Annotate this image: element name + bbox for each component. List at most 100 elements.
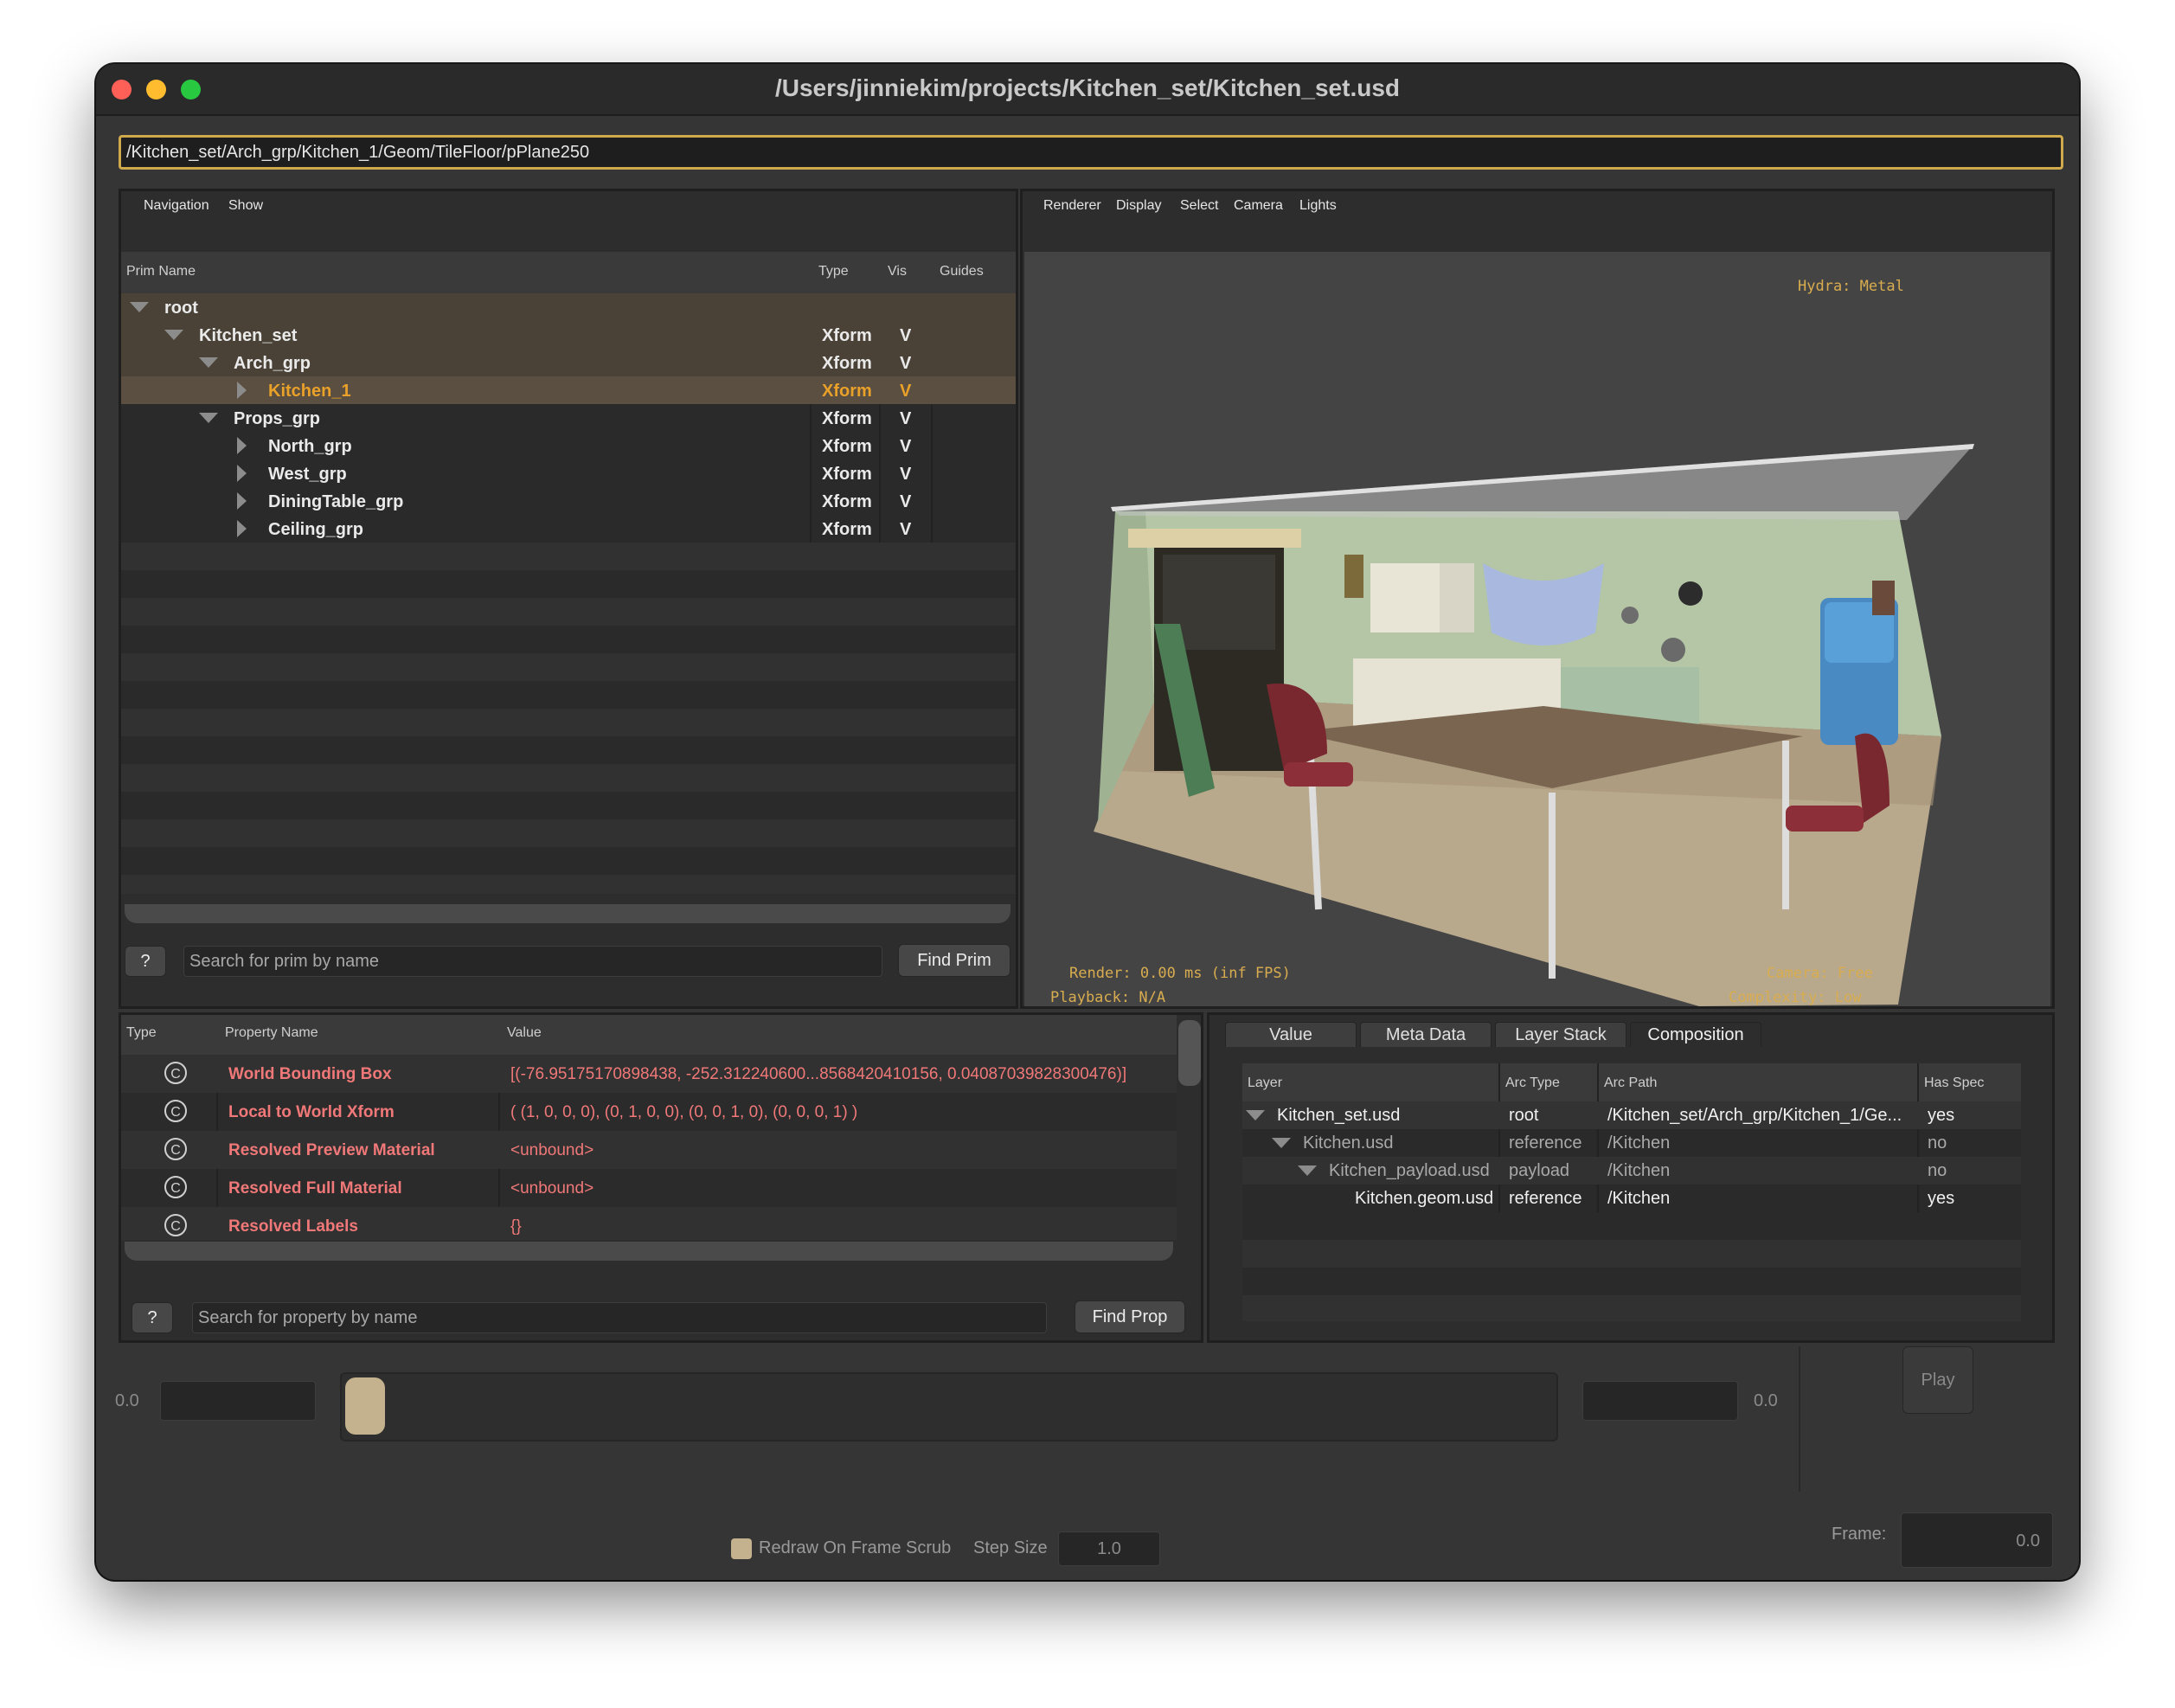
prim-vis[interactable]: V	[900, 520, 911, 540]
play-button[interactable]: Play	[1902, 1346, 1973, 1414]
prim-vis[interactable]: V	[900, 409, 911, 429]
comp-arc-type: reference	[1509, 1189, 1582, 1208]
end-frame-input[interactable]	[1582, 1381, 1738, 1421]
prim-path-field[interactable]: /Kitchen_set/Arch_grp/Kitchen_1/Geom/Til…	[119, 135, 2063, 170]
frame-slider-handle[interactable]	[345, 1377, 385, 1435]
empty-row	[121, 764, 1016, 792]
collapse-arrow-icon[interactable]	[237, 437, 247, 454]
menu-select[interactable]: Select	[1180, 198, 1218, 214]
property-horizontal-scrollbar[interactable]	[125, 1242, 1173, 1261]
property-row[interactable]: C Resolved Full Material <unbound>	[121, 1169, 1177, 1207]
computed-property-icon: C	[164, 1176, 187, 1198]
start-frame-input[interactable]	[160, 1381, 316, 1421]
column-layer[interactable]: Layer	[1248, 1076, 1282, 1091]
menu-navigation[interactable]: Navigation	[144, 198, 209, 214]
expand-arrow-icon[interactable]	[1298, 1165, 1317, 1176]
window-title: /Users/jinniekim/projects/Kitchen_set/Ki…	[774, 74, 1400, 101]
property-row[interactable]: C Resolved Preview Material <unbound>	[121, 1131, 1177, 1169]
property-search-input[interactable]: Search for property by name	[192, 1302, 1047, 1333]
prim-row-north-grp[interactable]: North_grp Xform V	[121, 432, 1016, 459]
expand-arrow-icon[interactable]	[199, 413, 218, 423]
prim-name: West_grp	[268, 465, 347, 484]
property-row[interactable]: C World Bounding Box [(-76.9517517089843…	[121, 1055, 1177, 1093]
empty-row	[121, 598, 1016, 626]
composition-row[interactable]: Kitchen.usd reference /Kitchen no	[1242, 1129, 2021, 1157]
column-arc-path[interactable]: Arc Path	[1604, 1076, 1657, 1091]
menu-lights[interactable]: Lights	[1299, 198, 1337, 214]
hud-camera: Camera: Free	[1767, 965, 1873, 982]
find-prop-button[interactable]: Find Prop	[1075, 1300, 1185, 1333]
tab-meta-data[interactable]: Meta Data	[1360, 1022, 1492, 1047]
column-prop-type[interactable]: Type	[126, 1025, 157, 1041]
expand-arrow-icon[interactable]	[164, 330, 183, 340]
redraw-checkbox[interactable]	[731, 1538, 752, 1559]
collapse-arrow-icon[interactable]	[237, 465, 247, 482]
frame-label: Frame:	[1832, 1525, 1887, 1544]
collapse-arrow-icon[interactable]	[237, 520, 247, 537]
menu-show[interactable]: Show	[228, 198, 263, 214]
prim-tree: root Kitchen_set Xform V Arch_grp Xform …	[121, 293, 1016, 894]
composition-row[interactable]: Kitchen_set.usd root /Kitchen_set/Arch_g…	[1242, 1101, 2021, 1129]
expand-arrow-icon[interactable]	[199, 357, 218, 368]
column-prop-value[interactable]: Value	[507, 1025, 542, 1041]
composition-row[interactable]: Kitchen.geom.usd reference /Kitchen yes	[1242, 1185, 2021, 1212]
find-prim-button[interactable]: Find Prim	[898, 944, 1011, 977]
collapse-arrow-icon[interactable]	[237, 382, 247, 399]
prim-row-west-grp[interactable]: West_grp Xform V	[121, 459, 1016, 487]
column-prop-name[interactable]: Property Name	[225, 1025, 318, 1041]
property-name: World Bounding Box	[228, 1065, 392, 1083]
collapse-arrow-icon[interactable]	[237, 492, 247, 510]
prim-help-button[interactable]: ?	[125, 946, 166, 977]
prim-vis[interactable]: V	[900, 465, 911, 485]
prim-row-kitchen-set[interactable]: Kitchen_set Xform V	[121, 321, 1016, 349]
prim-row-root[interactable]: root	[121, 293, 1016, 321]
menu-display[interactable]: Display	[1116, 198, 1161, 214]
property-row[interactable]: C Resolved Labels {}	[121, 1207, 1177, 1240]
prim-row-diningtable-grp[interactable]: DiningTable_grp Xform V	[121, 487, 1016, 515]
prim-row-props-grp[interactable]: Props_grp Xform V	[121, 404, 1016, 432]
composition-table: Layer Arc Type Arc Path Has Spec Kitchen…	[1242, 1063, 2021, 1321]
column-prim-name[interactable]: Prim Name	[126, 264, 196, 279]
3d-viewport[interactable]: Hydra: Metal Render: 0.00 ms (inf FPS) P…	[1024, 252, 2050, 1006]
expand-arrow-icon[interactable]	[1272, 1138, 1291, 1148]
comp-arc-type: reference	[1509, 1133, 1582, 1153]
composition-row[interactable]: Kitchen_payload.usd payload /Kitchen no	[1242, 1157, 2021, 1185]
prim-row-arch-grp[interactable]: Arch_grp Xform V	[121, 349, 1016, 376]
frame-input[interactable]: 0.0	[1901, 1512, 2053, 1568]
tab-composition[interactable]: Composition	[1630, 1022, 1761, 1047]
prim-vis[interactable]: V	[900, 437, 911, 457]
step-size-input[interactable]: 1.0	[1058, 1531, 1160, 1566]
expand-arrow-icon[interactable]	[130, 302, 149, 312]
property-table-body: C World Bounding Box [(-76.9517517089843…	[121, 1055, 1177, 1240]
horizontal-scrollbar[interactable]	[125, 904, 1011, 923]
column-arc-type[interactable]: Arc Type	[1505, 1076, 1560, 1091]
empty-row	[1242, 1240, 2021, 1268]
property-row[interactable]: C Local to World Xform ( (1, 0, 0, 0), (…	[121, 1093, 1177, 1131]
menu-camera[interactable]: Camera	[1234, 198, 1283, 214]
empty-row	[121, 819, 1016, 847]
expand-arrow-icon[interactable]	[1246, 1110, 1265, 1120]
frame-slider-track[interactable]	[340, 1372, 1558, 1442]
column-has-spec[interactable]: Has Spec	[1924, 1076, 1984, 1091]
tab-layer-stack[interactable]: Layer Stack	[1495, 1022, 1626, 1047]
column-guides[interactable]: Guides	[940, 264, 984, 279]
prim-name: Kitchen_1	[268, 382, 351, 401]
prim-vis[interactable]: V	[900, 354, 911, 374]
computed-property-icon: C	[164, 1214, 187, 1236]
property-vertical-scrollbar[interactable]	[1178, 1020, 1201, 1086]
prim-vis[interactable]: V	[900, 382, 911, 401]
prim-search-input[interactable]: Search for prim by name	[183, 946, 882, 977]
prim-row-kitchen-1[interactable]: Kitchen_1 Xform V	[121, 376, 1016, 404]
prim-vis[interactable]: V	[900, 326, 911, 346]
prim-row-ceiling-grp[interactable]: Ceiling_grp Xform V	[121, 515, 1016, 543]
prim-type: Xform	[822, 326, 872, 345]
menu-renderer[interactable]: Renderer	[1043, 198, 1101, 214]
property-help-button[interactable]: ?	[132, 1302, 173, 1333]
prim-type: Xform	[822, 354, 872, 373]
column-vis[interactable]: Vis	[888, 264, 907, 279]
column-type[interactable]: Type	[818, 264, 849, 279]
tab-value[interactable]: Value	[1225, 1022, 1357, 1047]
comp-arc-path: /Kitchen	[1607, 1161, 1671, 1180]
comp-arc-type: root	[1509, 1106, 1539, 1125]
prim-vis[interactable]: V	[900, 492, 911, 512]
